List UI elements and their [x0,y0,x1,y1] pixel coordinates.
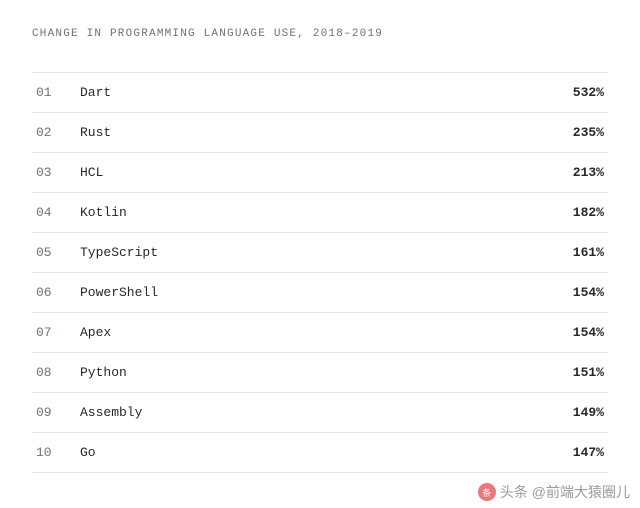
language-name: TypeScript [80,245,573,260]
language-list: 01 Dart 532% 02 Rust 235% 03 HCL 213% 04… [32,72,608,473]
page-title: CHANGE IN PROGRAMMING LANGUAGE USE, 2018… [32,28,608,40]
language-name: Kotlin [80,205,573,220]
rank: 02 [36,125,80,140]
table-row: 01 Dart 532% [32,72,608,113]
rank: 10 [36,445,80,460]
language-name: Assembly [80,405,573,420]
percent-change: 161% [573,245,604,260]
table-row: 08 Python 151% [32,353,608,393]
toutiao-icon [478,483,496,501]
rank: 04 [36,205,80,220]
table-row: 04 Kotlin 182% [32,193,608,233]
page-container: CHANGE IN PROGRAMMING LANGUAGE USE, 2018… [0,0,640,493]
rank: 07 [36,325,80,340]
table-row: 07 Apex 154% [32,313,608,353]
rank: 09 [36,405,80,420]
language-name: Dart [80,85,573,100]
percent-change: 151% [573,365,604,380]
language-name: PowerShell [80,285,573,300]
rank: 08 [36,365,80,380]
percent-change: 532% [573,85,604,100]
percent-change: 149% [573,405,604,420]
language-name: Python [80,365,573,380]
percent-change: 182% [573,205,604,220]
watermark: 头条 @前端大猿圈儿 [478,482,630,502]
percent-change: 235% [573,125,604,140]
rank: 06 [36,285,80,300]
watermark-text: 头条 @前端大猿圈儿 [500,482,630,502]
rank: 05 [36,245,80,260]
percent-change: 147% [573,445,604,460]
table-row: 03 HCL 213% [32,153,608,193]
table-row: 05 TypeScript 161% [32,233,608,273]
table-row: 06 PowerShell 154% [32,273,608,313]
table-row: 02 Rust 235% [32,113,608,153]
rank: 03 [36,165,80,180]
percent-change: 154% [573,325,604,340]
language-name: HCL [80,165,573,180]
table-row: 10 Go 147% [32,433,608,473]
table-row: 09 Assembly 149% [32,393,608,433]
language-name: Rust [80,125,573,140]
language-name: Apex [80,325,573,340]
percent-change: 154% [573,285,604,300]
percent-change: 213% [573,165,604,180]
language-name: Go [80,445,573,460]
rank: 01 [36,85,80,100]
